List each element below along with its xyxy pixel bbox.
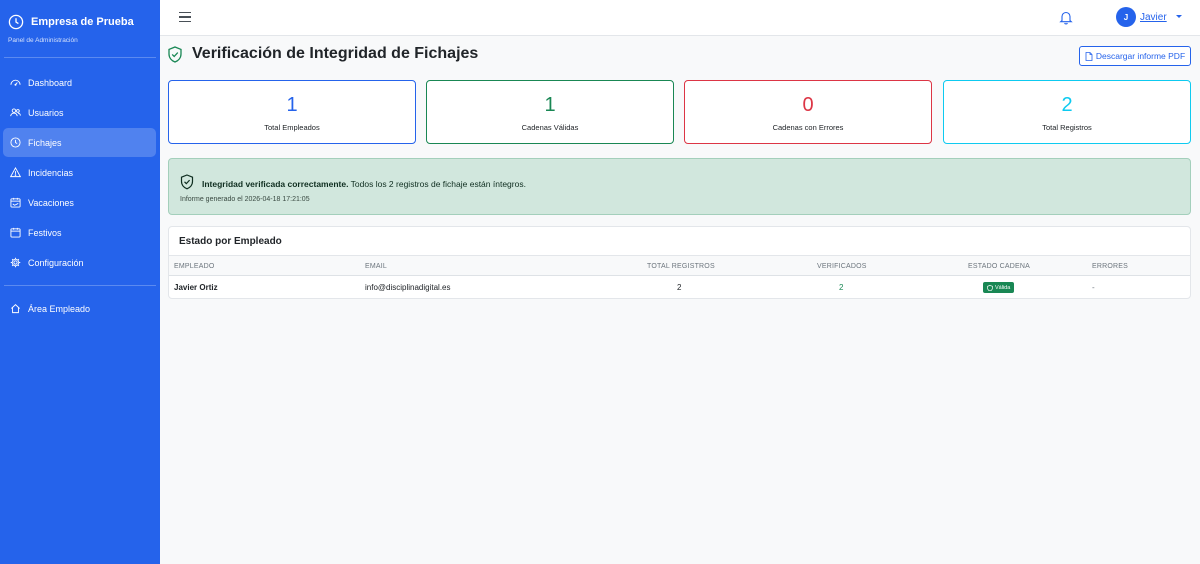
clock-icon bbox=[8, 14, 24, 30]
cell-errores: - bbox=[1092, 283, 1095, 292]
sidebar-item-label: Dashboard bbox=[28, 77, 73, 88]
sidebar-item-label: Vacaciones bbox=[28, 197, 74, 208]
brand-subtitle: Panel de Administración bbox=[8, 37, 78, 44]
clock-icon bbox=[10, 137, 21, 148]
alert-text: Todos los 2 registros de fichaje están í… bbox=[348, 179, 526, 189]
stat-value: 1 bbox=[544, 94, 556, 116]
sidebar-item-area-empleado[interactable]: Área Empleado bbox=[3, 294, 156, 323]
column-header: EMAIL bbox=[365, 263, 388, 270]
sidebar-item-vacaciones[interactable]: Vacaciones bbox=[3, 188, 156, 217]
shield-icon bbox=[987, 284, 993, 291]
sidebar-item-dashboard[interactable]: Dashboard bbox=[3, 68, 156, 97]
sidebar-item-label: Configuración bbox=[28, 257, 84, 268]
stat-label: Total Empleados bbox=[264, 123, 320, 132]
sidebar-item-festivos[interactable]: Festivos bbox=[3, 218, 156, 247]
brand[interactable]: Empresa de Prueba bbox=[0, 0, 160, 30]
status-badge: Válida bbox=[983, 282, 1015, 293]
user-menu-link[interactable]: Javier bbox=[1140, 12, 1167, 23]
employee-status-card: Estado por Empleado EMPLEADO EMAIL TOTAL… bbox=[168, 226, 1191, 299]
sidebar-item-label: Incidencias bbox=[28, 167, 74, 178]
gear-icon bbox=[10, 257, 21, 268]
calendar-icon bbox=[10, 227, 21, 238]
column-header: ESTADO CADENA bbox=[968, 263, 1030, 270]
sidebar-item-label: Fichajes bbox=[28, 137, 62, 148]
divider bbox=[4, 57, 156, 58]
page-header: Verificación de Integridad de Fichajes bbox=[167, 45, 478, 63]
stat-card-total-empleados: 1 Total Empleados bbox=[168, 80, 416, 144]
download-pdf-button[interactable]: Descargar informe PDF bbox=[1079, 46, 1191, 66]
divider bbox=[4, 285, 156, 286]
calendar-icon bbox=[10, 197, 21, 208]
stat-label: Total Registros bbox=[1042, 123, 1092, 132]
sidebar-item-configuracion[interactable]: Configuración bbox=[3, 248, 156, 277]
sidebar-item-label: Usuarios bbox=[28, 107, 64, 118]
menu-toggle-icon[interactable] bbox=[179, 12, 191, 22]
column-header: EMPLEADO bbox=[174, 263, 215, 270]
cell-verificados: 2 bbox=[839, 283, 844, 292]
home-icon bbox=[11, 304, 20, 314]
table-header: EMPLEADO EMAIL TOTAL REGISTROS VERIFICAD… bbox=[169, 255, 1190, 276]
shield-check-icon bbox=[168, 45, 182, 63]
column-header: VERIFICADOS bbox=[817, 263, 867, 270]
integrity-alert: Integridad verificada correctamente. Tod… bbox=[168, 158, 1191, 215]
cell-email: info@disciplinadigital.es bbox=[365, 283, 451, 292]
stat-card-cadenas-validas: 1 Cadenas Válidas bbox=[426, 80, 674, 144]
status-badge-label: Válida bbox=[995, 284, 1011, 291]
shield-check-icon bbox=[180, 174, 194, 190]
warning-icon bbox=[10, 167, 21, 178]
stat-card-cadenas-errores: 0 Cadenas con Errores bbox=[684, 80, 932, 144]
file-pdf-icon bbox=[1085, 51, 1093, 61]
table-row[interactable]: Javier Ortiz info@disciplinadigital.es 2… bbox=[169, 276, 1190, 299]
report-timestamp: Informe generado el 2026-04-18 17:21:05 bbox=[180, 196, 310, 203]
alert-message: Integridad verificada correctamente. Tod… bbox=[202, 179, 526, 189]
sidebar-item-label: Área Empleado bbox=[28, 303, 91, 314]
main-content: Verificación de Integridad de Fichajes D… bbox=[160, 37, 1200, 564]
chevron-down-icon[interactable] bbox=[1176, 15, 1182, 18]
sidebar-item-incidencias[interactable]: Incidencias bbox=[3, 158, 156, 187]
stat-label: Cadenas con Errores bbox=[772, 123, 844, 132]
stat-label: Cadenas Válidas bbox=[521, 123, 579, 132]
users-icon bbox=[10, 108, 21, 117]
stat-value: 0 bbox=[802, 94, 814, 116]
alert-strong: Integridad verificada correctamente. bbox=[202, 179, 349, 189]
download-pdf-label: Descargar informe PDF bbox=[1095, 51, 1186, 61]
bell-icon[interactable] bbox=[1059, 10, 1073, 25]
sidebar-item-fichajes[interactable]: Fichajes bbox=[3, 128, 156, 157]
page-title: Verificación de Integridad de Fichajes bbox=[192, 45, 479, 62]
card-title: Estado por Empleado bbox=[179, 236, 282, 247]
topbar: J Javier bbox=[160, 0, 1200, 36]
cell-empleado: Javier Ortiz bbox=[174, 283, 218, 292]
stat-card-total-registros: 2 Total Registros bbox=[943, 80, 1191, 144]
sidebar: Empresa de Prueba Panel de Administració… bbox=[0, 0, 160, 564]
brand-name: Empresa de Prueba bbox=[31, 16, 134, 28]
sidebar-item-usuarios[interactable]: Usuarios bbox=[3, 98, 156, 127]
sidebar-item-label: Festivos bbox=[28, 227, 62, 238]
avatar[interactable]: J bbox=[1116, 7, 1136, 27]
stat-value: 2 bbox=[1061, 94, 1073, 116]
stat-value: 1 bbox=[286, 94, 298, 116]
column-header: ERRORES bbox=[1092, 263, 1129, 270]
column-header: TOTAL REGISTROS bbox=[647, 263, 715, 270]
cell-total: 2 bbox=[677, 283, 682, 292]
dashboard-icon bbox=[10, 79, 21, 86]
